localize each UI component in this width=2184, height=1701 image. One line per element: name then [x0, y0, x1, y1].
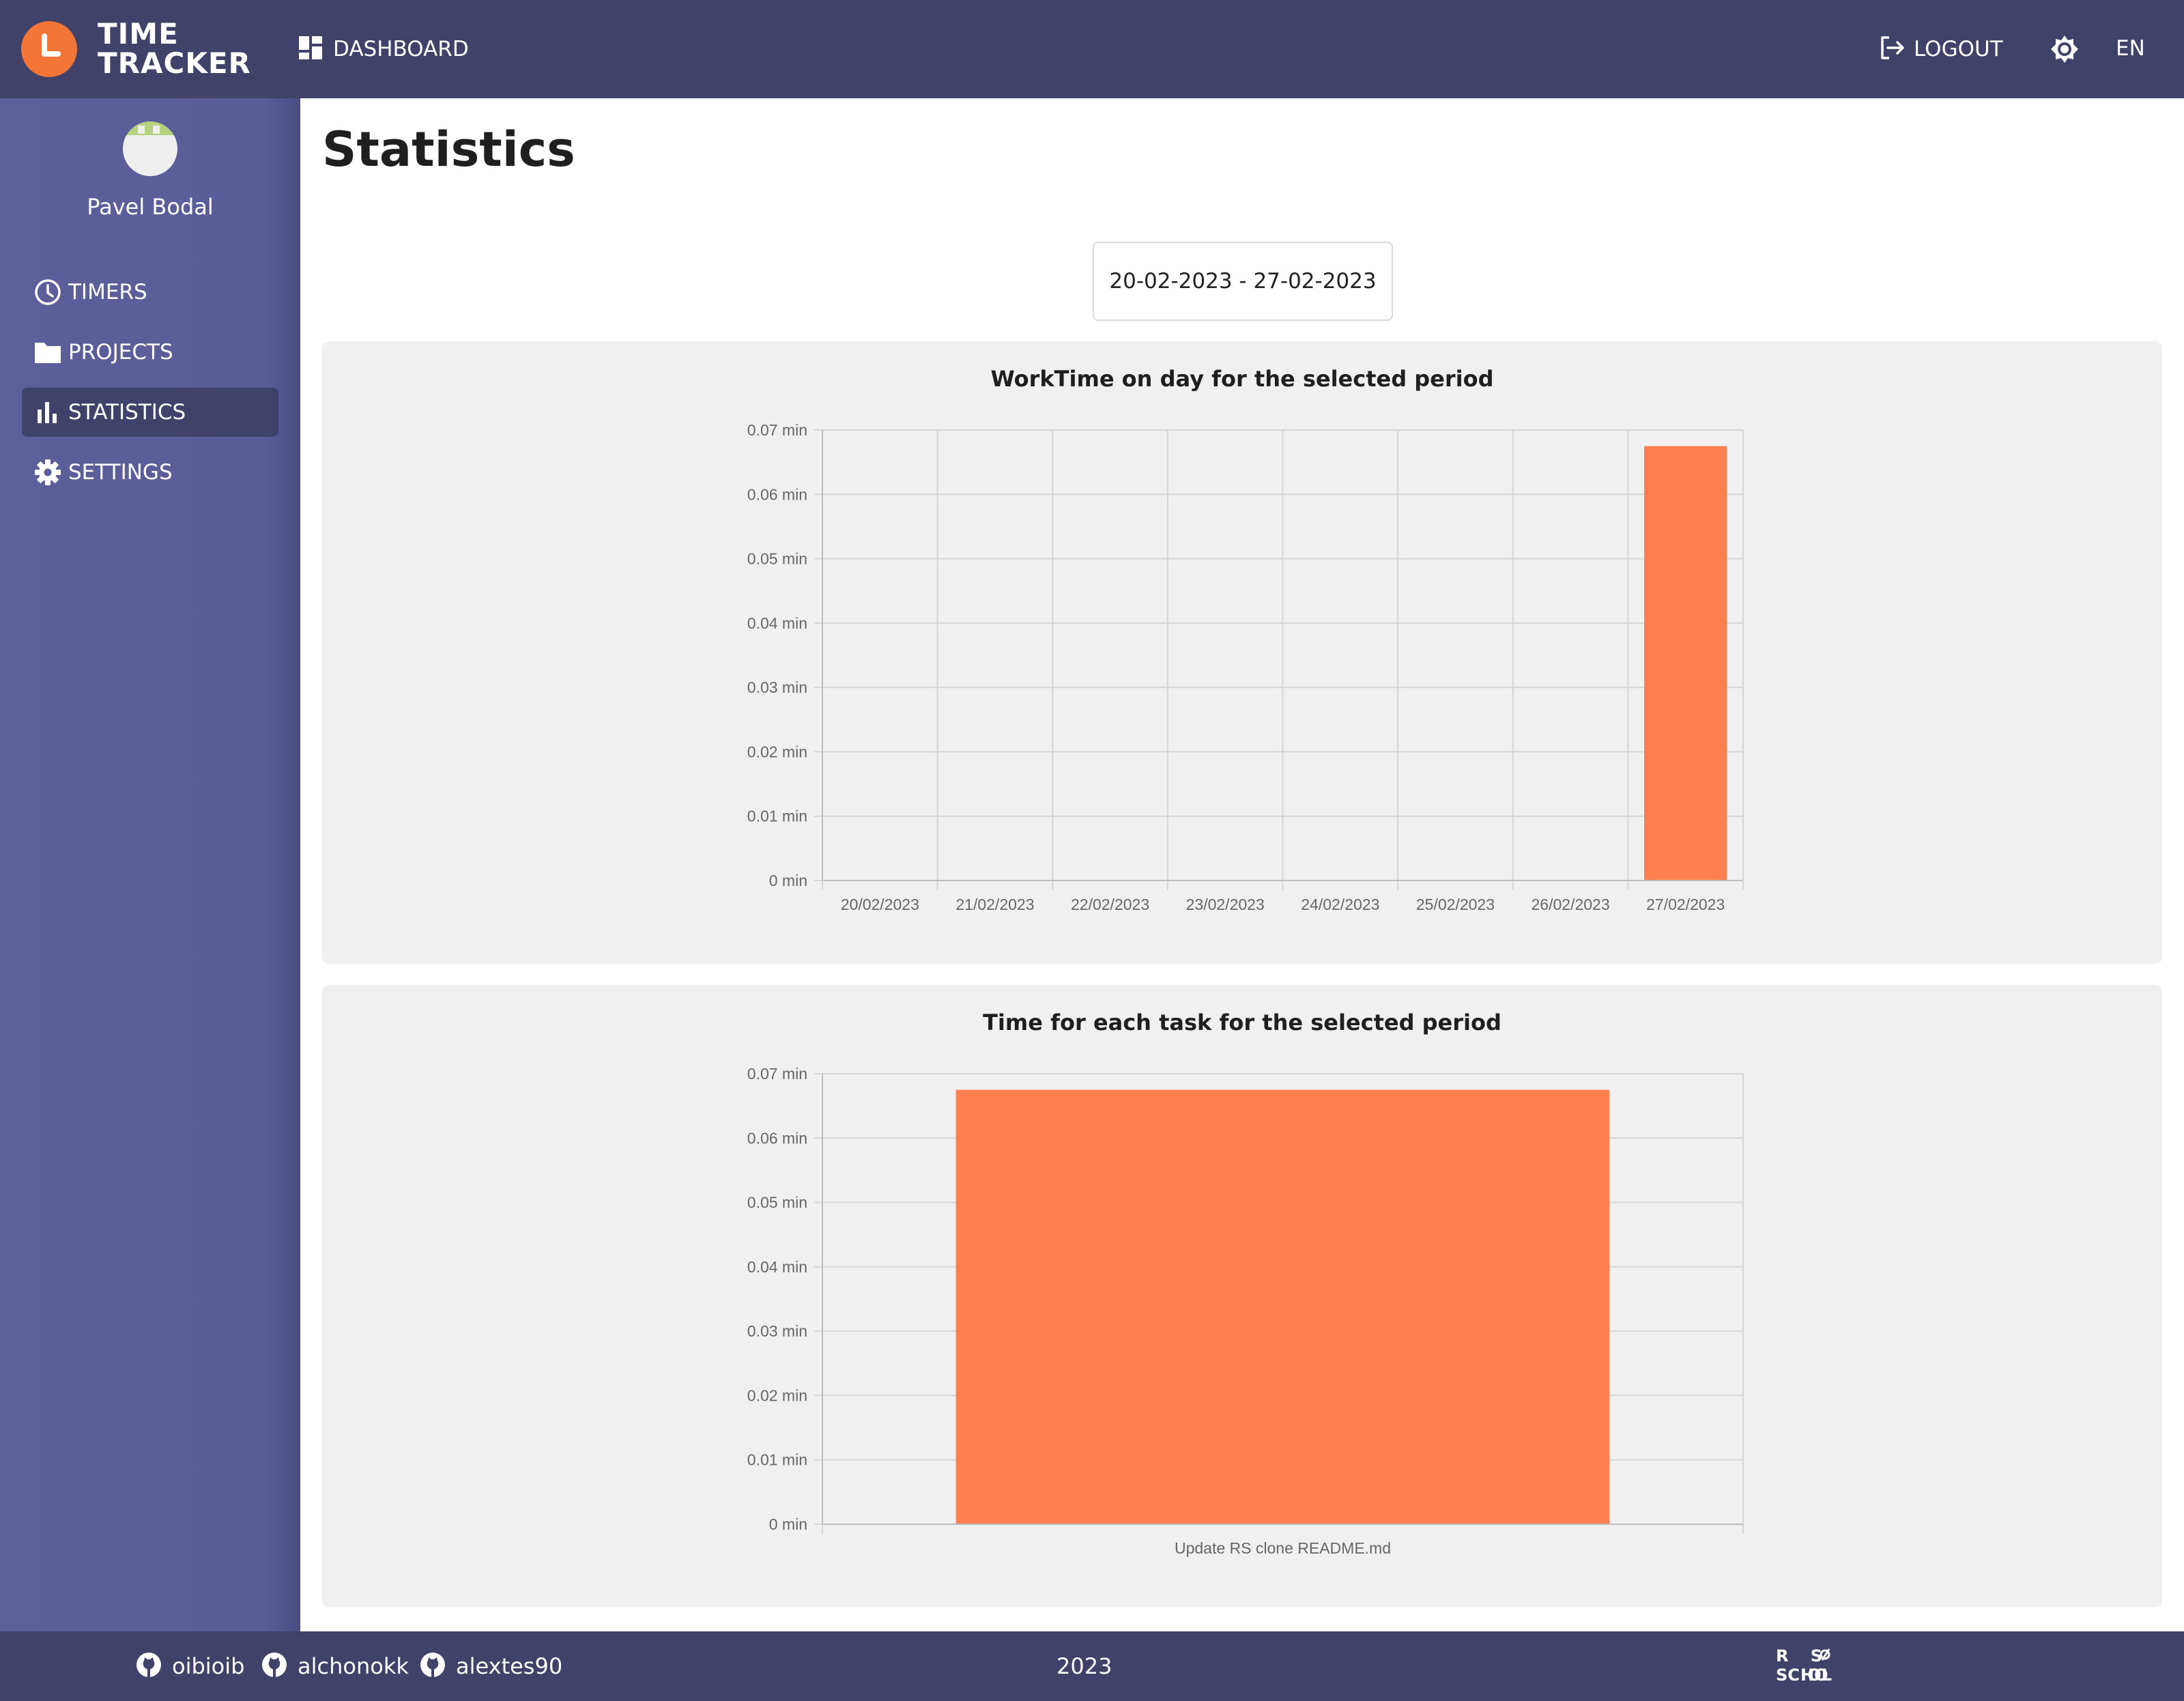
- x-tick-label: 22/02/2023: [1071, 896, 1149, 913]
- clock-icon: [33, 277, 63, 307]
- x-tick-label: 21/02/2023: [956, 896, 1034, 913]
- x-tick-label: 26/02/2023: [1532, 896, 1610, 913]
- logout-button[interactable]: LOGOUT: [1878, 34, 2003, 64]
- github-username: oibioib: [172, 1653, 245, 1679]
- github-link-oibioib[interactable]: oibioib: [135, 1650, 244, 1682]
- worktime-chart-panel: WorkTime on day for the selected period …: [322, 341, 2162, 964]
- github-username: alextes90: [456, 1653, 563, 1679]
- sidebar: Pavel Bodal TIMERS PROJECTS STATISTICS S…: [0, 98, 300, 1631]
- github-icon: [261, 1651, 288, 1681]
- worktime-bar-chart: 0 min 0.01 min 0.02 min 0.03 min 0.04 min 0.0…: [747, 421, 1744, 913]
- y-tick-label: 0.07 min: [747, 1065, 807, 1083]
- github-icon: [135, 1651, 162, 1681]
- bar: [1643, 446, 1727, 881]
- svg-text:R: R: [1776, 1646, 1788, 1666]
- x-tick-label: 24/02/2023: [1301, 896, 1379, 913]
- folder-icon: [33, 337, 63, 367]
- date-range-picker[interactable]: 20-02-2023 - 27-02-2023: [1093, 242, 1393, 321]
- y-tick-label: 0.03 min: [747, 678, 807, 696]
- gear-icon: [33, 457, 63, 487]
- github-username: alchonokk: [298, 1653, 409, 1679]
- svg-text:OL: OL: [1807, 1666, 1832, 1685]
- y-tick-label: 0.04 min: [747, 1258, 807, 1276]
- y-tick-label: 0.07 min: [747, 421, 807, 439]
- sidebar-item-label: TIMERS: [68, 280, 147, 304]
- language-switch[interactable]: EN: [2116, 36, 2145, 61]
- bar: [956, 1089, 1610, 1524]
- sidebar-item-timers[interactable]: TIMERS: [22, 268, 278, 317]
- clock-logo-icon[interactable]: [21, 21, 77, 77]
- x-tick-label: 27/02/2023: [1646, 896, 1725, 913]
- sidebar-item-statistics[interactable]: STATISTICS: [22, 388, 278, 437]
- rs-school-logo-icon[interactable]: R S SC HO OL: [1774, 1646, 1832, 1686]
- app-logo-text[interactable]: TIME TRACKER: [98, 19, 251, 78]
- svg-text:SC: SC: [1776, 1666, 1800, 1685]
- y-tick-label: 0.04 min: [747, 614, 807, 632]
- dashboard-icon: [298, 35, 324, 63]
- sidebar-item-label: SETTINGS: [68, 460, 173, 485]
- y-tick-label: 0.03 min: [747, 1322, 807, 1340]
- page-title: Statistics: [322, 121, 575, 177]
- user-name: Pavel Bodal: [87, 194, 214, 220]
- footer: oibioib alchonokk alextes90 2023 R S SC …: [0, 1631, 2184, 1701]
- task-time-bar-chart: 0 min 0.01 min 0.02 min 0.03 min 0.04 min 0.0…: [747, 1065, 1744, 1557]
- github-icon: [419, 1651, 446, 1681]
- task-time-chart-panel: Time for each task for the selected peri…: [322, 985, 2162, 1607]
- x-tick-label: 25/02/2023: [1416, 896, 1495, 913]
- x-tick-label: Update RS clone README.md: [1175, 1539, 1391, 1557]
- y-tick-label: 0.01 min: [747, 807, 807, 825]
- y-tick-label: 0.05 min: [747, 1194, 807, 1212]
- top-bar: TIME TRACKER DASHBOARD LOGOUT EN: [0, 0, 2184, 98]
- y-tick-label: 0.06 min: [747, 1129, 807, 1147]
- y-tick-label: 0.06 min: [747, 485, 807, 503]
- y-tick-label: 0 min: [769, 1515, 807, 1533]
- y-tick-label: 0.02 min: [747, 1386, 807, 1404]
- footer-year: 2023: [1057, 1653, 1112, 1679]
- y-tick-label: 0.01 min: [747, 1451, 807, 1469]
- avatar[interactable]: [123, 121, 177, 176]
- github-link-alextes90[interactable]: alextes90: [419, 1650, 562, 1682]
- y-tick-label: 0.02 min: [747, 743, 807, 760]
- github-link-alchonokk[interactable]: alchonokk: [261, 1650, 409, 1682]
- logo-line-1: TIME: [98, 17, 179, 51]
- dashboard-link[interactable]: DASHBOARD: [298, 34, 469, 64]
- logout-icon: [1878, 34, 1906, 64]
- theme-toggle-icon[interactable]: [2050, 34, 2080, 64]
- x-tick-label: 23/02/2023: [1186, 896, 1265, 913]
- logout-label: LOGOUT: [1914, 37, 2003, 61]
- sidebar-item-projects[interactable]: PROJECTS: [22, 328, 278, 377]
- dashboard-label: DASHBOARD: [333, 37, 469, 61]
- y-tick-label: 0 min: [769, 872, 807, 889]
- bar-chart-icon: [33, 397, 63, 427]
- y-tick-label: 0.05 min: [747, 550, 807, 568]
- x-tick-label: 20/02/2023: [841, 896, 919, 913]
- sidebar-item-label: STATISTICS: [68, 400, 186, 425]
- logo-line-2: TRACKER: [98, 46, 251, 80]
- sidebar-item-label: PROJECTS: [68, 340, 173, 364]
- sidebar-item-settings[interactable]: SETTINGS: [22, 448, 278, 497]
